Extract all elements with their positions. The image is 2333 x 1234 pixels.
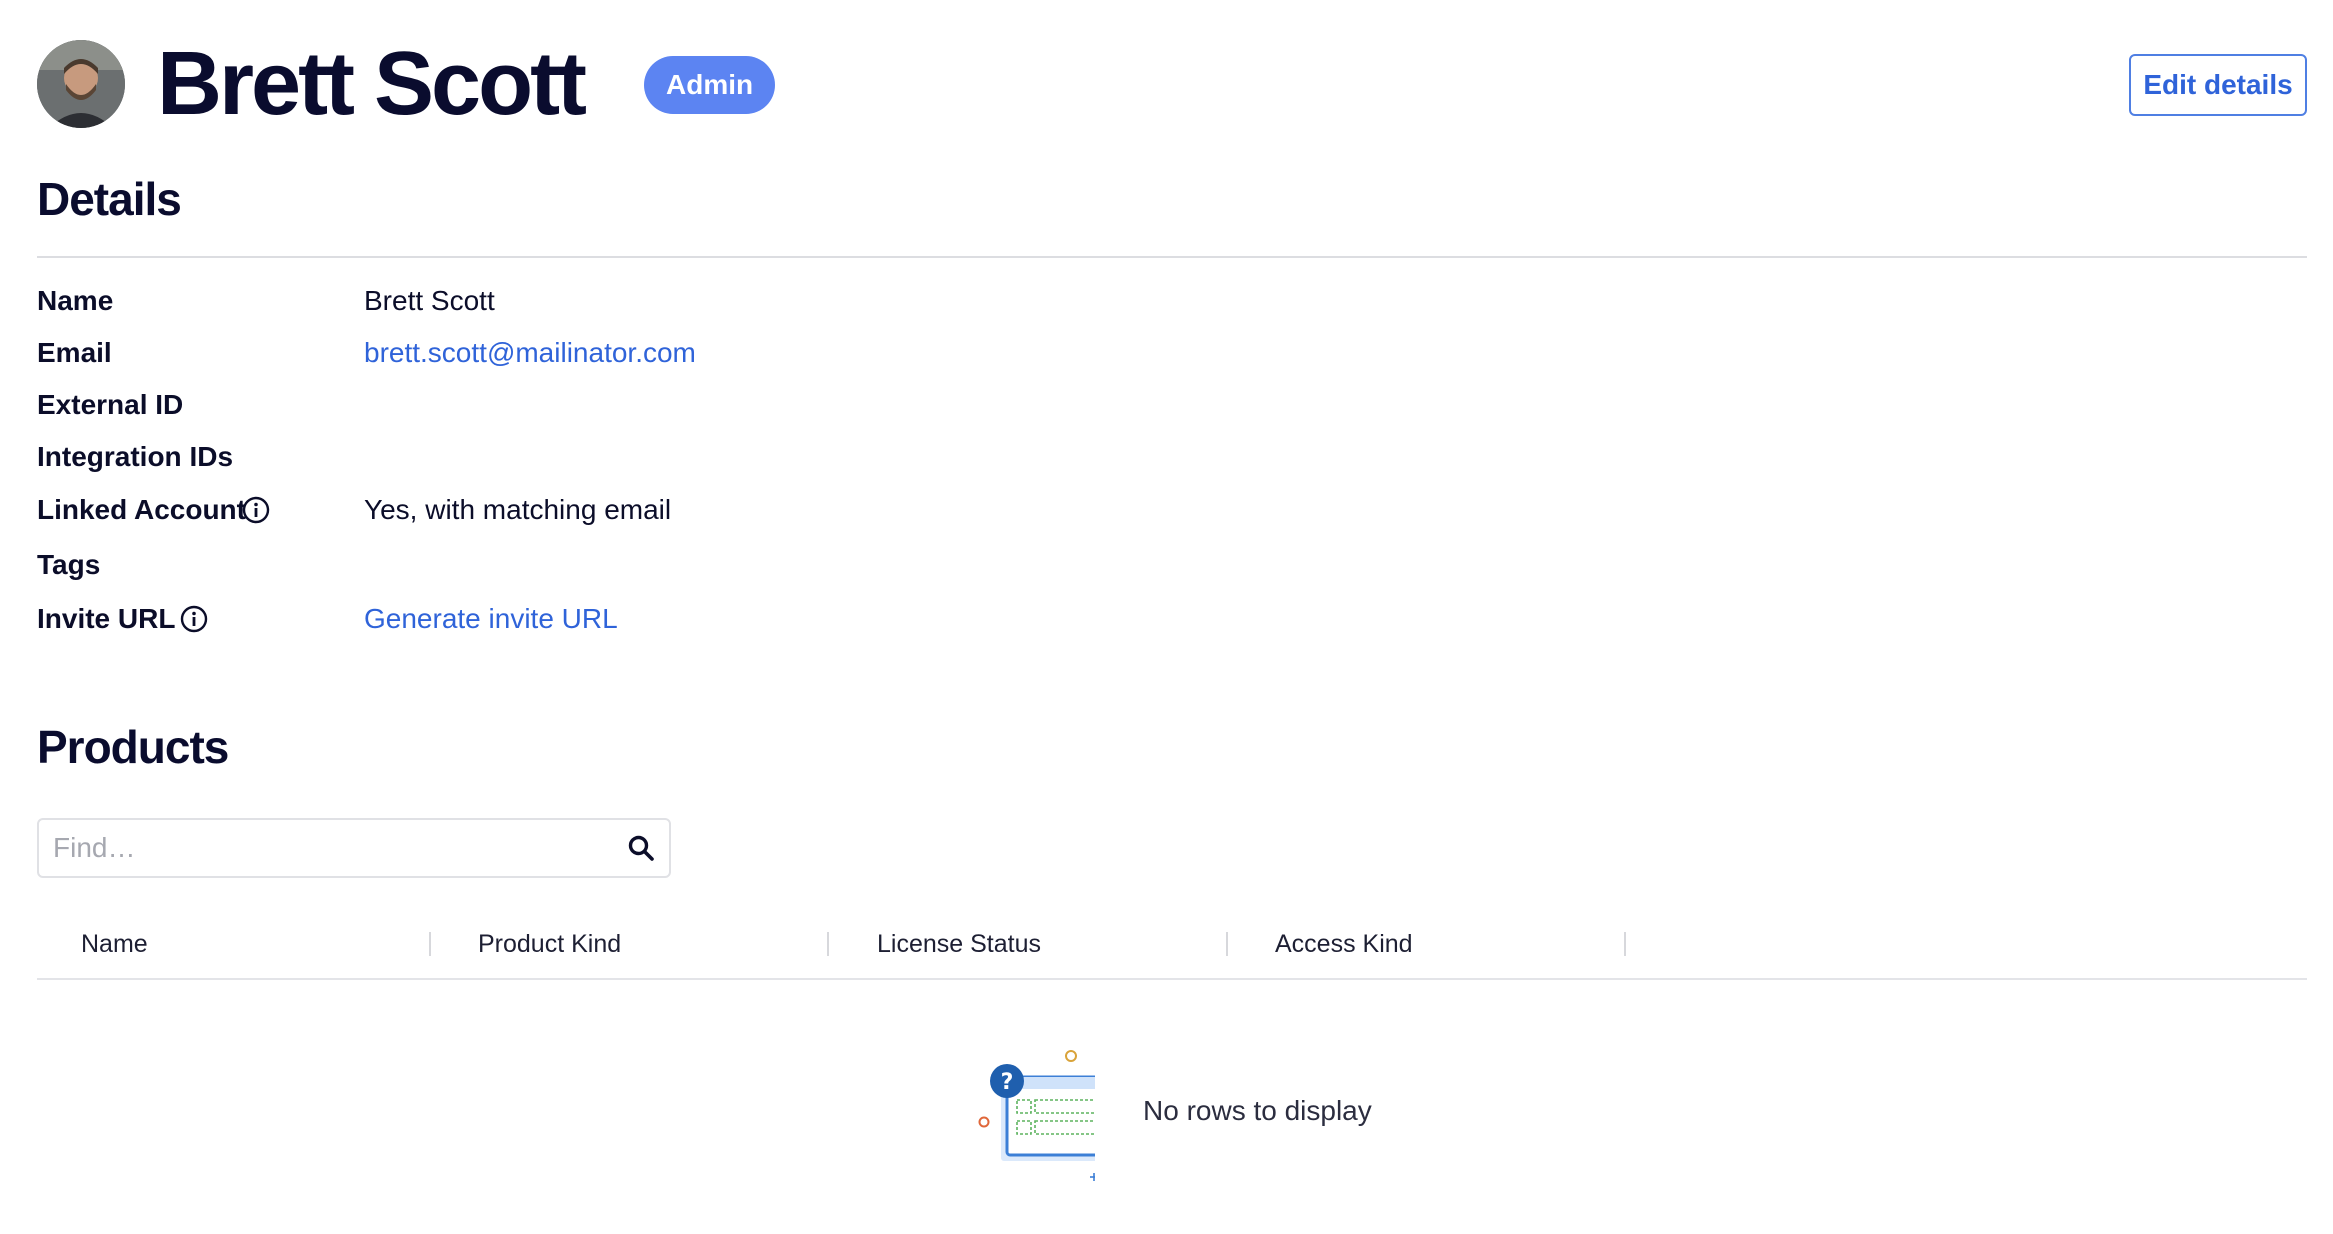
column-header-license-status[interactable]: License Status bbox=[877, 928, 1041, 960]
details-heading: Details bbox=[37, 173, 182, 225]
empty-table-illustration-icon: ? bbox=[978, 1050, 1095, 1181]
detail-row-email: Email brett.scott@mailinator.com bbox=[37, 331, 1237, 375]
column-header-access-kind[interactable]: Access Kind bbox=[1275, 928, 1413, 960]
page-title: Brett Scott bbox=[157, 34, 587, 134]
column-resize-handle[interactable] bbox=[429, 932, 431, 956]
detail-label: Email bbox=[37, 337, 112, 368]
column-resize-handle[interactable] bbox=[1226, 932, 1228, 956]
empty-state: ? No rows to display bbox=[975, 1045, 1395, 1185]
role-badge: Admin bbox=[644, 56, 776, 114]
search-input[interactable] bbox=[53, 820, 613, 876]
detail-row-invite-url: Invite URL Generate invite URL bbox=[37, 597, 1237, 641]
detail-row-linked-account: Linked Account Yes, with matching email bbox=[37, 488, 1237, 532]
products-heading: Products bbox=[37, 721, 229, 773]
column-resize-handle[interactable] bbox=[827, 932, 829, 956]
info-icon[interactable] bbox=[242, 496, 270, 524]
empty-message: No rows to display bbox=[1143, 1095, 1372, 1126]
column-resize-handle[interactable] bbox=[1624, 932, 1626, 956]
detail-label: Invite URL bbox=[37, 603, 176, 634]
detail-value-linked-account: Yes, with matching email bbox=[364, 494, 672, 525]
profile-header: Brett Scott Admin Edit details bbox=[37, 34, 2307, 134]
generate-invite-url-link[interactable]: Generate invite URL bbox=[364, 597, 618, 641]
detail-row-external-id: External ID bbox=[37, 383, 1237, 427]
detail-row-name: Name Brett Scott bbox=[37, 279, 1237, 323]
products-search[interactable] bbox=[37, 818, 671, 878]
avatar bbox=[37, 40, 125, 128]
email-link[interactable]: brett.scott@mailinator.com bbox=[364, 331, 696, 375]
detail-label: Name bbox=[37, 285, 114, 316]
detail-row-integration-ids: Integration IDs bbox=[37, 435, 1237, 479]
detail-row-tags: Tags bbox=[37, 543, 1237, 587]
column-header-name[interactable]: Name bbox=[81, 928, 148, 960]
detail-value-name: Brett Scott bbox=[364, 285, 495, 316]
detail-label: Linked Account bbox=[37, 494, 246, 525]
detail-label: External ID bbox=[37, 389, 184, 420]
detail-label: Tags bbox=[37, 549, 101, 580]
edit-details-button[interactable]: Edit details bbox=[2129, 54, 2307, 116]
column-header-product-kind[interactable]: Product Kind bbox=[478, 928, 621, 960]
svg-text:?: ? bbox=[1001, 1070, 1014, 1095]
details-divider bbox=[37, 256, 2307, 258]
detail-label: Integration IDs bbox=[37, 441, 234, 472]
search-icon[interactable] bbox=[627, 834, 655, 862]
info-icon[interactable] bbox=[180, 605, 208, 633]
products-table-header: Name Product Kind License Status Access … bbox=[37, 918, 2307, 980]
